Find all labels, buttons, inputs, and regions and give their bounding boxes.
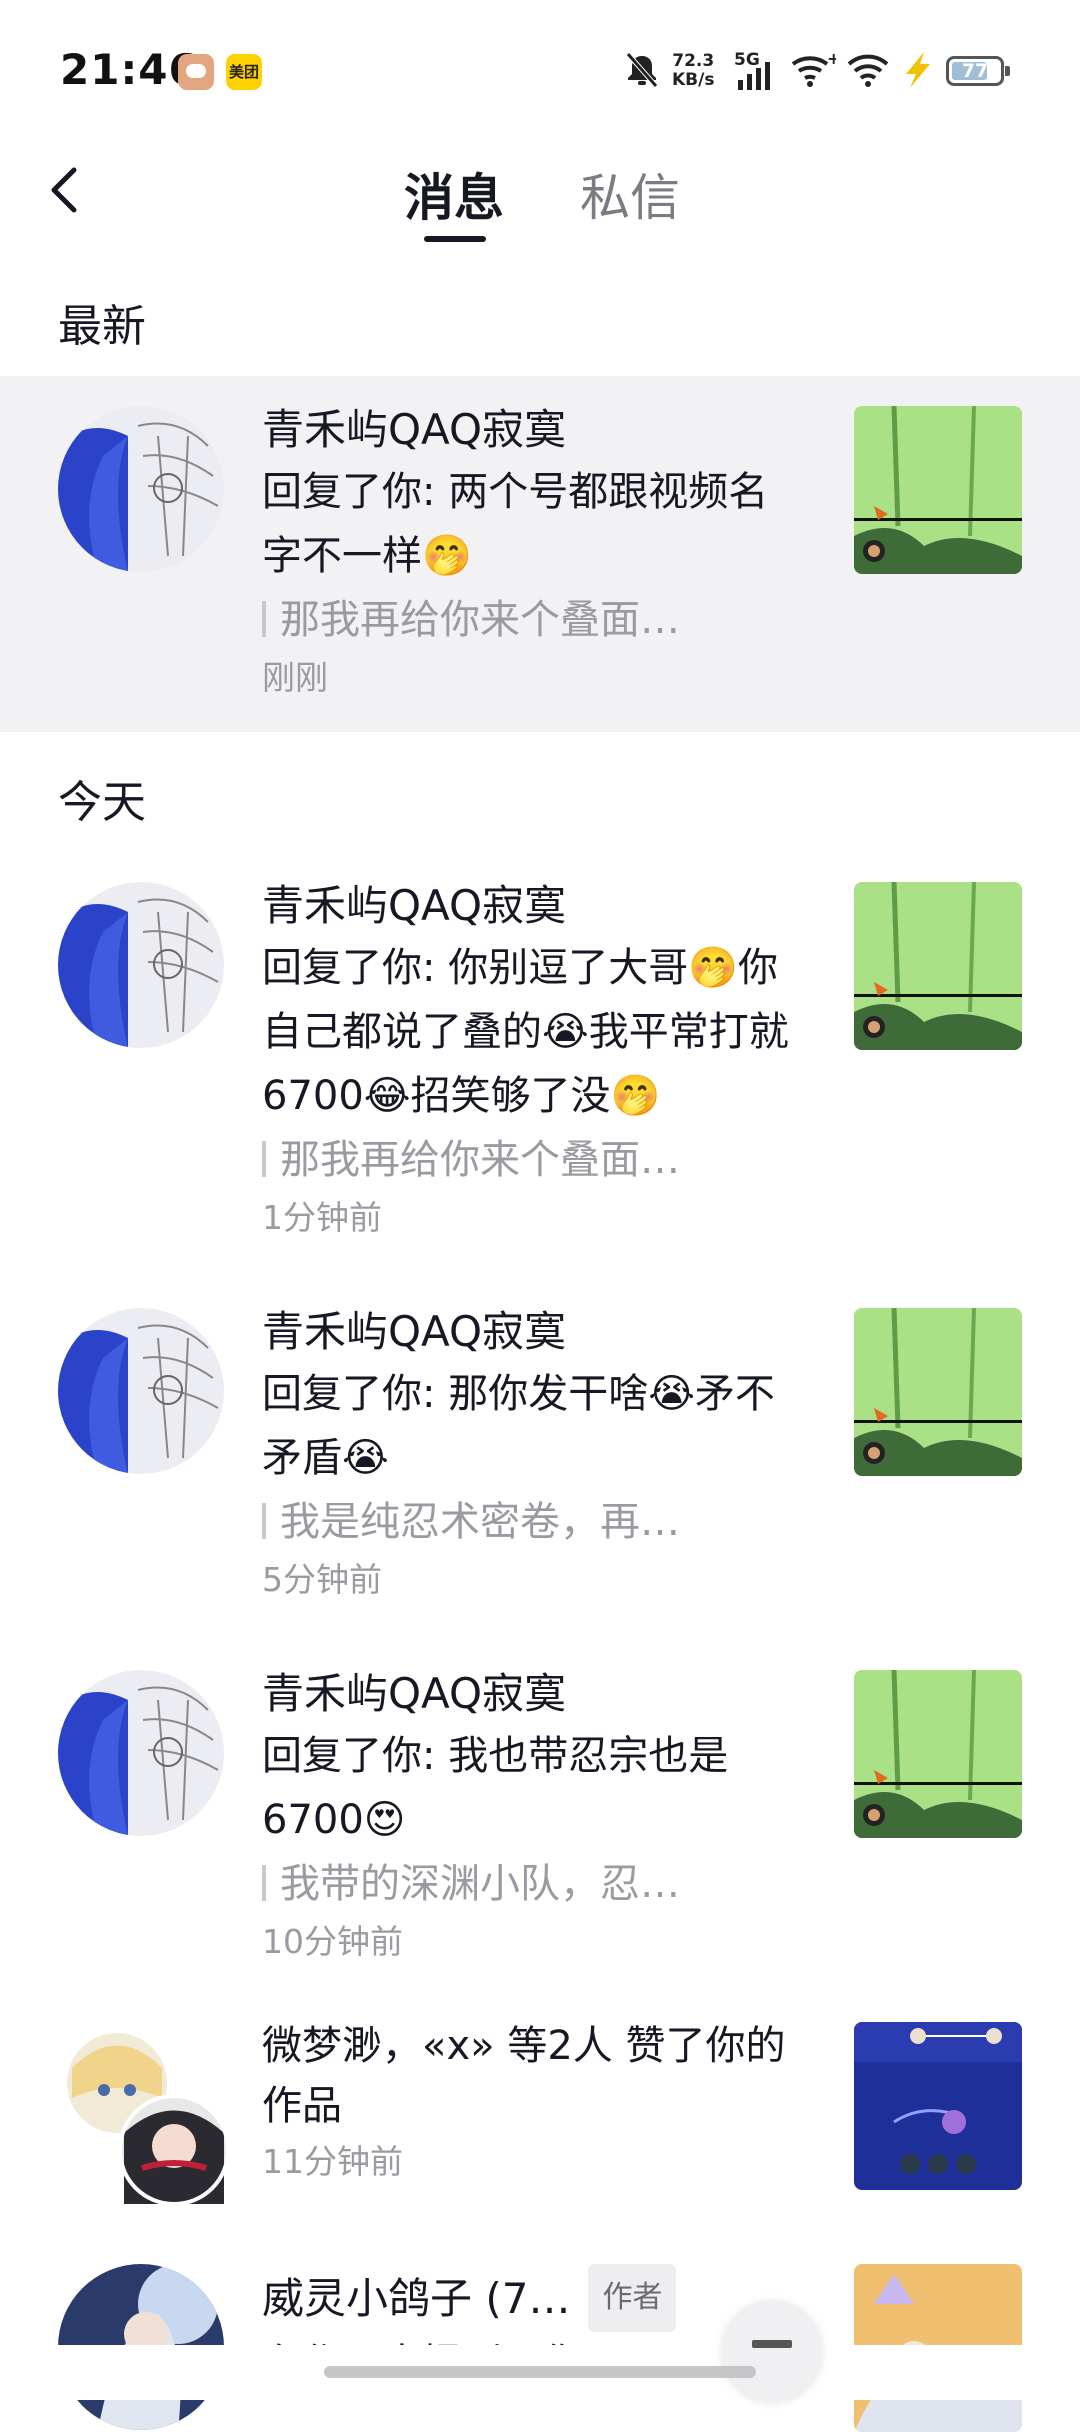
username-row: 威灵小鸽子 (7… 作者 <box>262 2264 802 2332</box>
reply-content: 回复了你: 我也带忍宗也是6700😍 <box>262 1733 729 1843</box>
item-text: 青禾屿QAQ寂寞 回复了你: 两个号都跟视频名字不一样🤭 那我再给你来个叠面… … <box>262 400 802 704</box>
status-bar: 21:46 美团 72.3 KB/s 5G + 77 <box>0 0 1080 140</box>
username[interactable]: 青禾屿QAQ寂寞 <box>262 400 802 460</box>
username[interactable]: 青禾屿QAQ寂寞 <box>262 1302 802 1362</box>
reply-content: 回复了你: 你别逗了大哥🤭你自己都说了叠的😭我平常打就6700😂招笑够了没🤭 <box>262 945 789 1119</box>
reply-content: 回复了你: 那你发干啥😭矛不矛盾😭 <box>262 1371 775 1481</box>
like-notice: 微梦渺，«x» 等2人 赞了你的作品 <box>262 2023 786 2129</box>
mute-icon <box>626 52 658 88</box>
signal-icon <box>738 62 770 90</box>
tab-messages[interactable]: 消息 <box>404 158 504 230</box>
section-title-today: 今天 <box>58 777 146 828</box>
quoted-comment: 那我再给你来个叠面… <box>262 1128 802 1192</box>
username[interactable]: 青禾屿QAQ寂寞 <box>262 876 802 936</box>
item-text: 青禾屿QAQ寂寞 回复了你: 那你发干啥😭矛不矛盾😭 我是纯忍术密卷，再… 5分… <box>262 1302 802 1606</box>
timestamp: 1分钟前 <box>262 1198 382 1237</box>
avatar[interactable] <box>58 1308 224 1474</box>
wifi-icon <box>847 54 889 87</box>
home-indicator[interactable] <box>324 2366 756 2378</box>
timestamp: 10分钟前 <box>262 1922 403 1961</box>
collapse-icon[interactable] <box>722 2300 822 2400</box>
avatar[interactable] <box>58 1670 224 1836</box>
quoted-comment: 那我再给你来个叠面… <box>262 588 802 652</box>
item-text: 青禾屿QAQ寂寞 回复了你: 我也带忍宗也是6700😍 我带的深渊小队，忍… 1… <box>262 1664 802 1968</box>
username[interactable]: 青禾屿QAQ寂寞 <box>262 1664 802 1724</box>
video-thumbnail[interactable] <box>854 1308 1022 1476</box>
quoted-comment: 我是纯忍术密卷，再… <box>262 1490 802 1554</box>
avatar <box>63 2029 230 2206</box>
avatar[interactable] <box>58 406 224 572</box>
timestamp: 11分钟前 <box>262 2142 403 2181</box>
author-tag: 作者 <box>588 2264 677 2332</box>
video-thumbnail[interactable] <box>854 882 1022 1050</box>
chat-app-icon <box>178 54 214 90</box>
section-title-latest: 最新 <box>58 301 146 352</box>
username[interactable]: 威灵小鸽子 (7… <box>262 2274 570 2323</box>
wifi-plus-icon: + <box>791 50 836 87</box>
timestamp: 刚刚 <box>262 658 328 697</box>
avatar[interactable] <box>58 882 224 1048</box>
video-thumbnail[interactable] <box>854 406 1022 574</box>
tab-direct-messages[interactable]: 私信 <box>580 158 680 230</box>
video-thumbnail[interactable] <box>854 1670 1022 1838</box>
battery-icon: 77 <box>946 56 1010 86</box>
back-arrow-icon[interactable] <box>40 160 100 220</box>
item-text: 微梦渺，«x» 等2人 赞了你的作品 11分钟前 <box>262 2016 802 2188</box>
active-tab-indicator <box>424 236 486 242</box>
reply-content: 回复了你: 两个号都跟视频名字不一样🤭 <box>262 469 769 579</box>
charging-icon <box>906 52 930 88</box>
video-thumbnail[interactable] <box>854 2022 1022 2190</box>
meituan-icon: 美团 <box>226 54 262 90</box>
svg-text:+: + <box>827 50 836 68</box>
net-speed: 72.3 KB/s <box>672 51 715 90</box>
item-text: 青禾屿QAQ寂寞 回复了你: 你别逗了大哥🤭你自己都说了叠的😭我平常打就6700… <box>262 876 802 1244</box>
avatar-group[interactable] <box>62 2028 232 2208</box>
quoted-comment: 我带的深渊小队，忍… <box>262 1852 802 1916</box>
timestamp: 5分钟前 <box>262 1560 382 1599</box>
